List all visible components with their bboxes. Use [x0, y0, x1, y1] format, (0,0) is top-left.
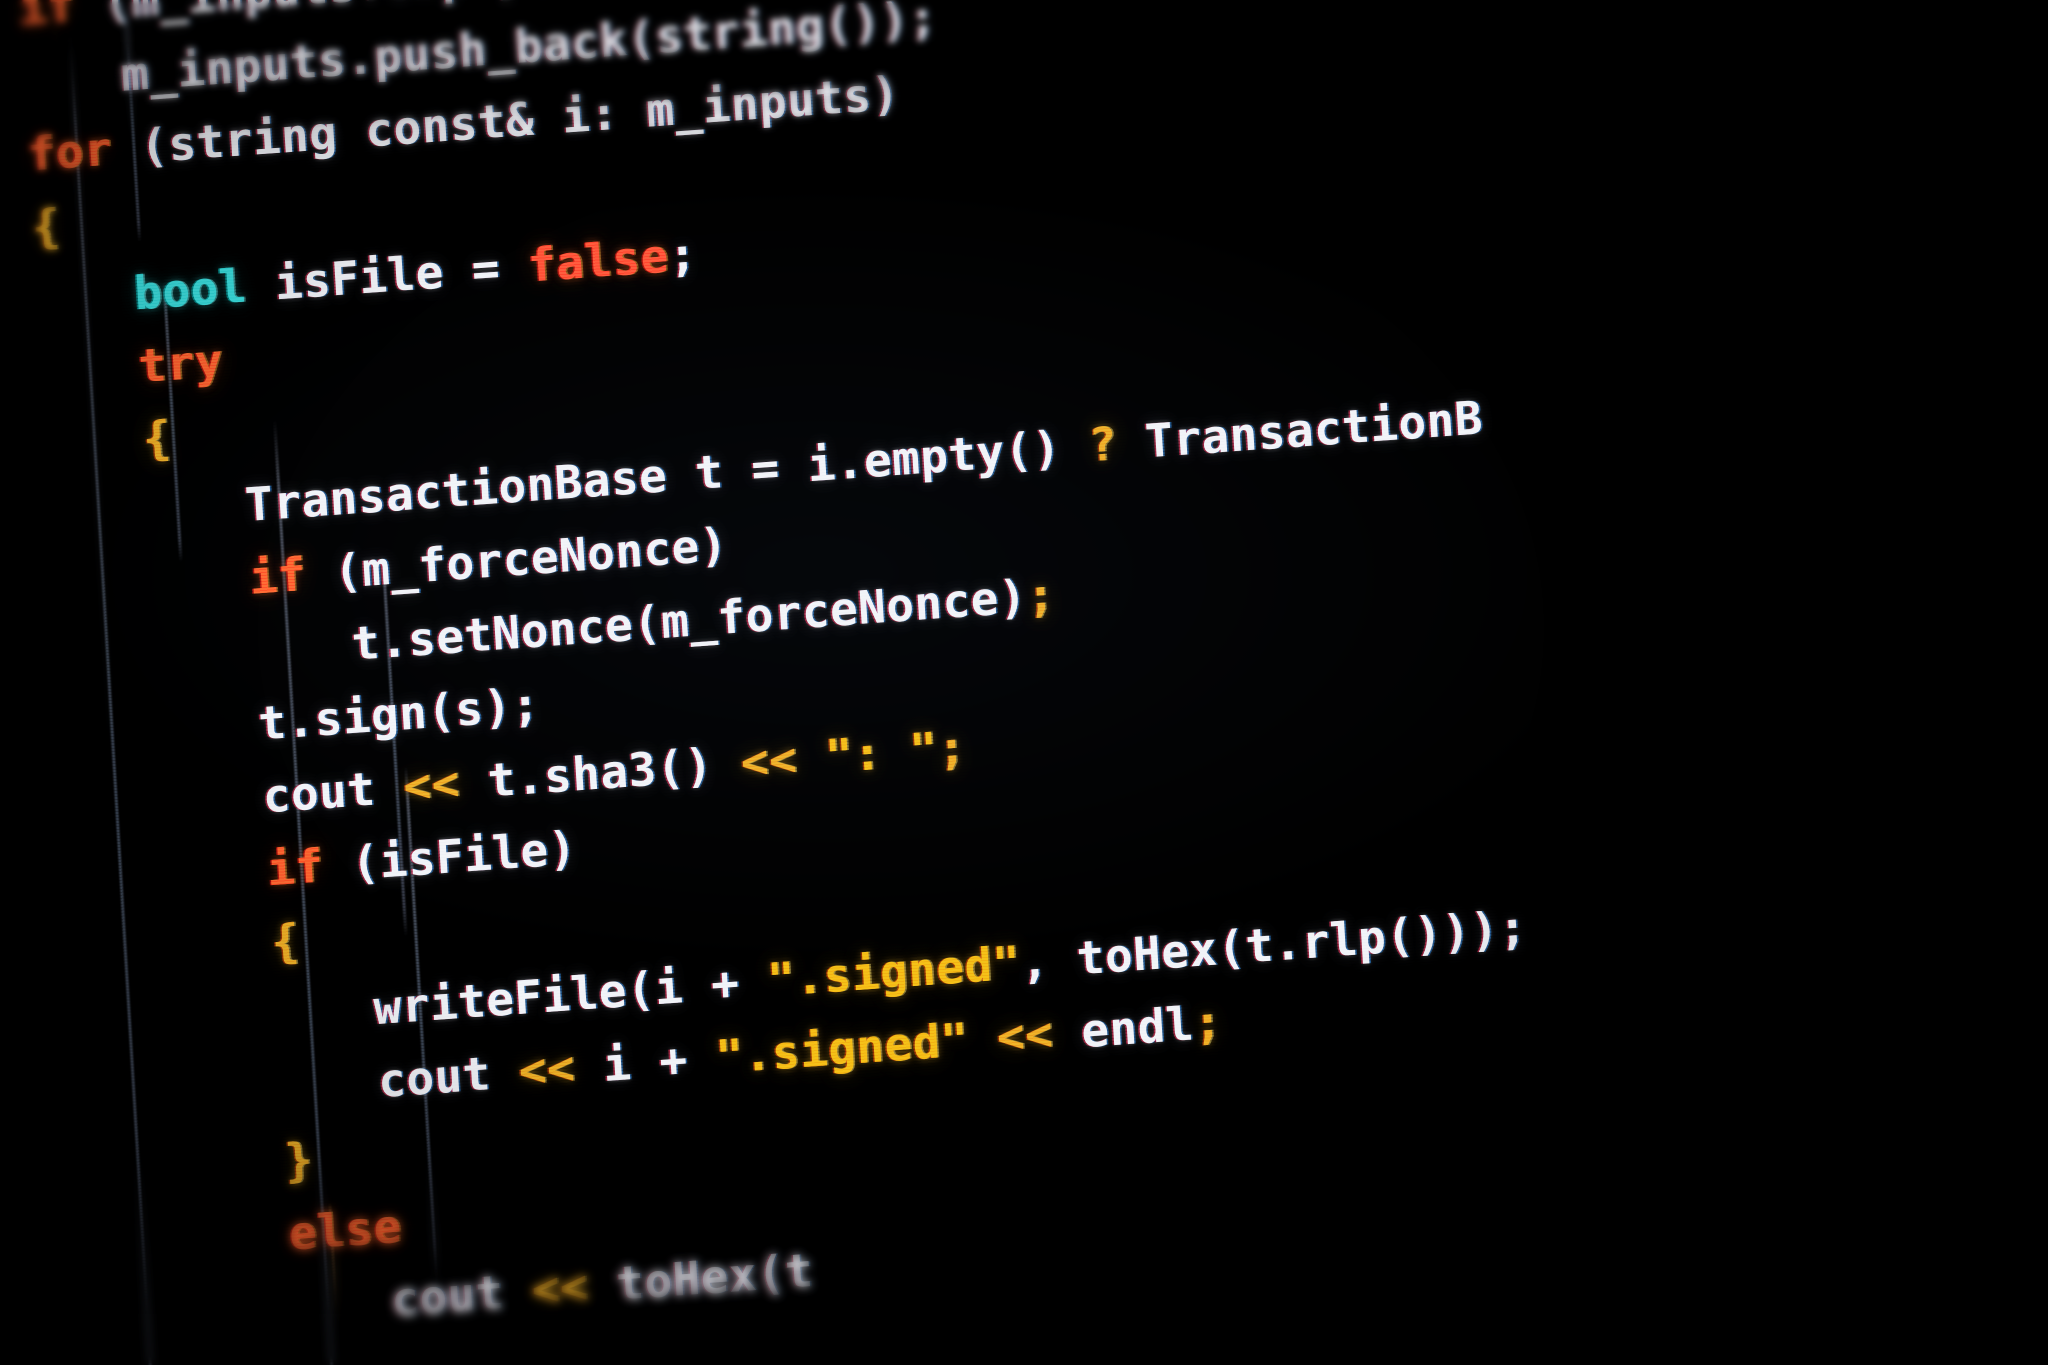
- code-token-operator: <<: [401, 755, 462, 814]
- code-token-keyword: try: [137, 333, 225, 394]
- code-token-plain: ;: [667, 226, 699, 283]
- code-token-plain: string: [653, 0, 826, 64]
- code-token-plain: cout: [389, 1262, 534, 1327]
- macro-photograph-of-screen: Secret s = getSecret(m_signKey);if (m_in…: [0, 0, 2048, 1365]
- code-token-operator: ?: [1087, 416, 1119, 473]
- code-token-keyword: for: [26, 121, 114, 182]
- code-token-operator: ;: [1192, 994, 1224, 1051]
- code-token-operator: {: [269, 913, 302, 970]
- code-token-literal: false: [526, 228, 671, 293]
- code-token-operator: ;: [936, 719, 968, 776]
- code-token-plain: toHex(t: [586, 1242, 815, 1313]
- code-token-operator: {: [30, 198, 62, 255]
- code-token-type_keyword: bool: [132, 258, 249, 321]
- code-token-string: ".signed": [765, 935, 1023, 1008]
- code-token-plain: t.sha3(): [458, 735, 743, 810]
- code-token-keyword: if: [17, 0, 77, 36]
- code-token-plain: (isFile): [321, 820, 579, 893]
- code-token-operator: ;: [1025, 567, 1057, 624]
- code-token-operator: }: [283, 1131, 315, 1188]
- code-text-area[interactable]: Secret s = getSecret(m_signKey);if (m_in…: [12, 0, 1546, 1357]
- code-token-plain: ());: [822, 0, 939, 52]
- code-token-operator: <<: [995, 1006, 1055, 1065]
- code-token-keyword: if: [265, 838, 326, 897]
- code-token-plain: t.sign(s);: [256, 676, 542, 751]
- code-token-plain: cout: [261, 759, 406, 824]
- code-token-plain: i +: [573, 1030, 718, 1095]
- code-token-operator: <<: [530, 1258, 590, 1317]
- code-token-plain: endl: [1051, 996, 1196, 1061]
- code-token-keyword: if: [247, 547, 308, 605]
- code-token-string: ".signed": [713, 1012, 971, 1085]
- code-token-string: ": ": [795, 721, 940, 786]
- code-token-operator: {: [141, 410, 173, 467]
- editor-screen-surface: Secret s = getSecret(m_signKey);if (m_in…: [0, 0, 2048, 1365]
- code-token-plain: cout: [376, 1044, 521, 1109]
- code-token-operator: <<: [739, 731, 799, 790]
- code-token-operator: <<: [517, 1040, 577, 1099]
- code-token-plain: isFile =: [245, 238, 530, 313]
- code-token-keyword: else: [287, 1198, 404, 1261]
